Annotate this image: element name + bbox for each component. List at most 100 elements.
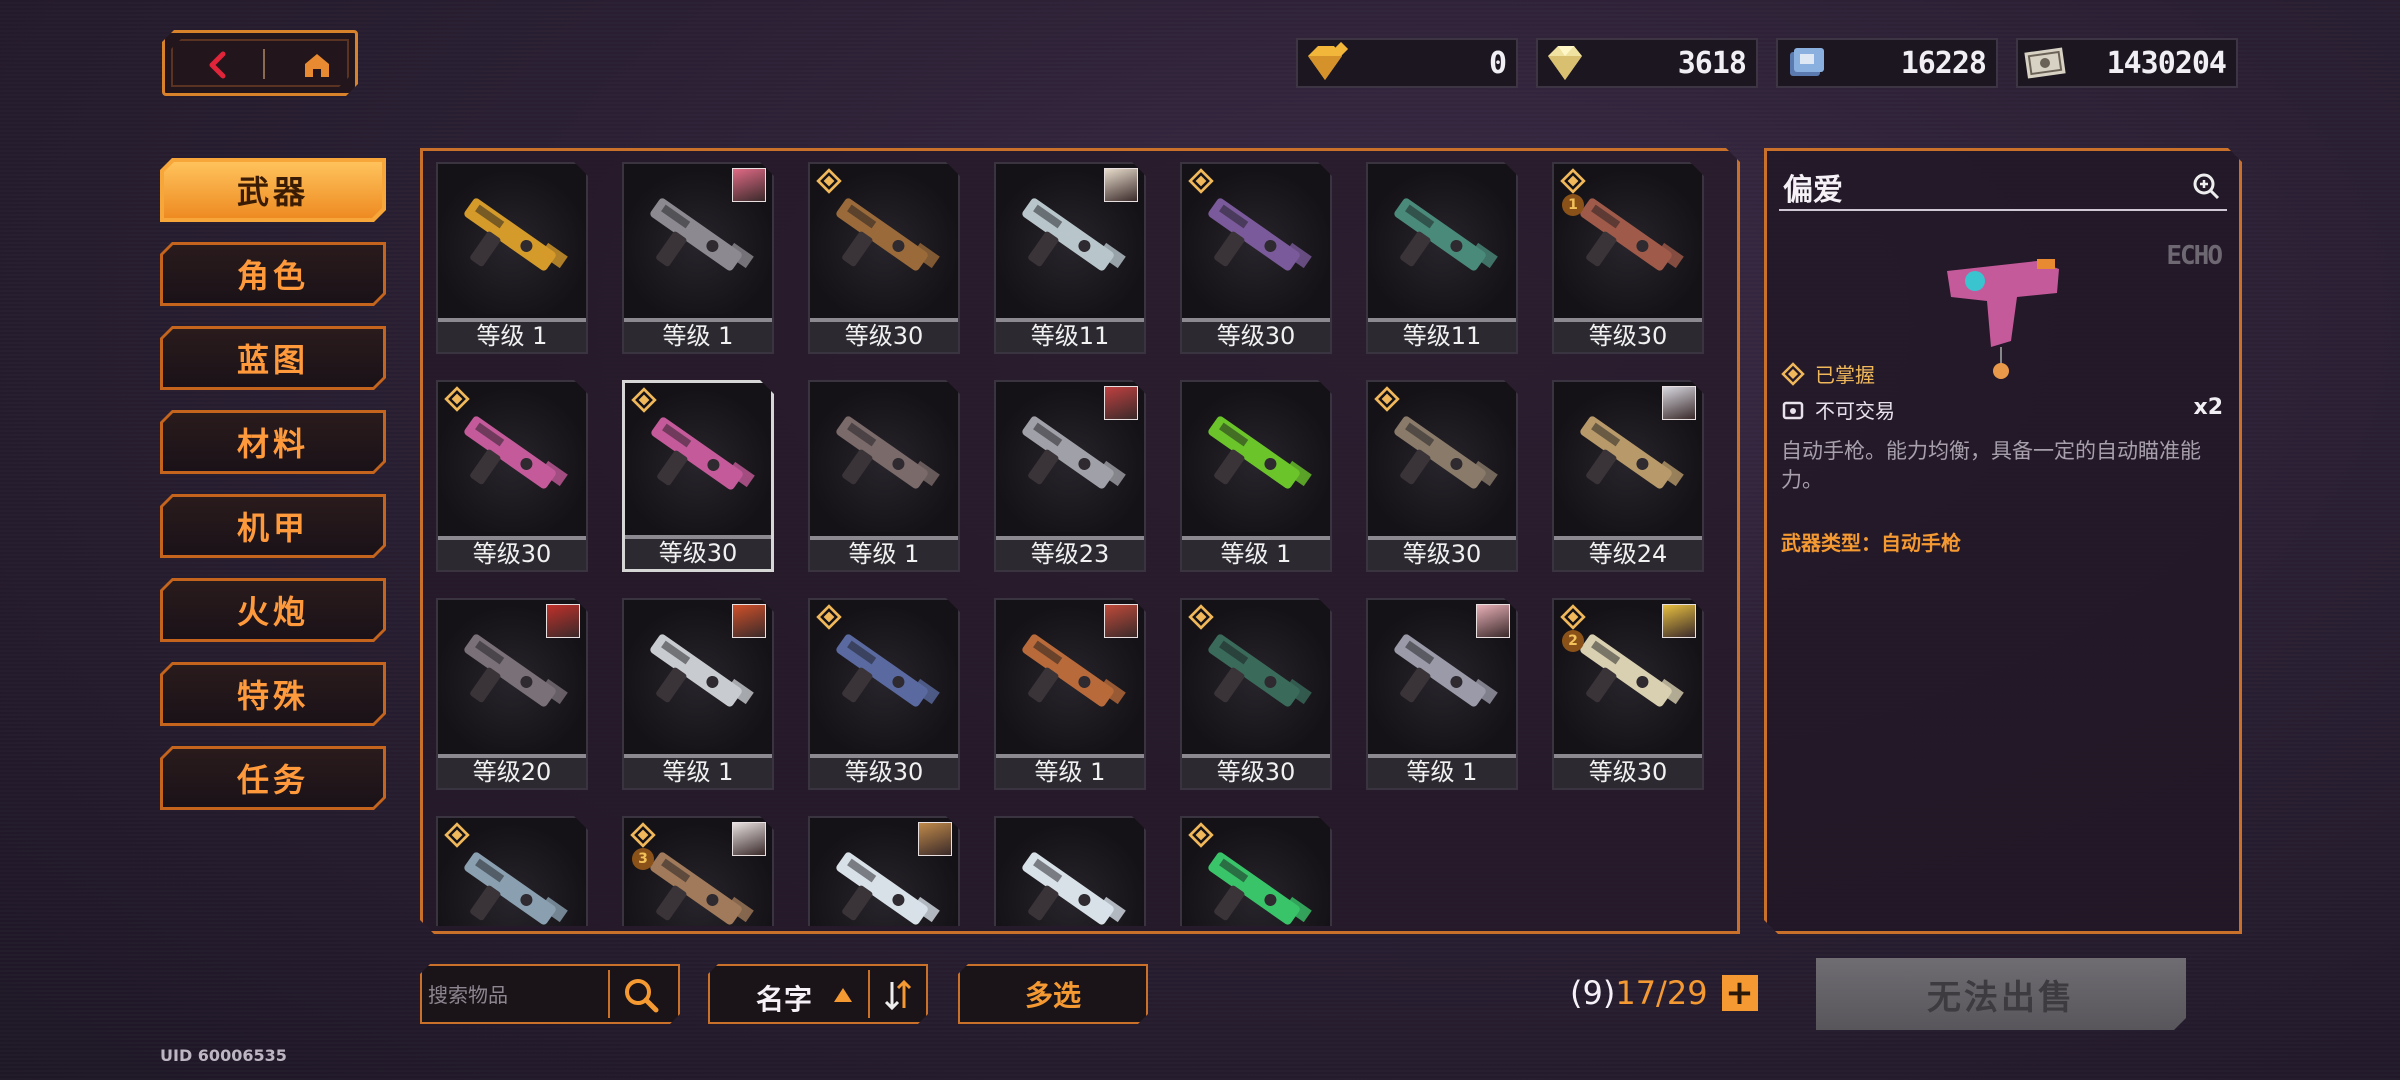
currency-blue-gem[interactable]: 3618 — [1536, 38, 1758, 88]
inventory-item[interactable]: 等级 1 — [436, 162, 588, 354]
sidebar-item-label: 材料 — [236, 425, 309, 463]
character-avatar — [732, 604, 766, 638]
item-level: 等级11 — [1368, 318, 1516, 352]
inventory-item[interactable]: 等级20 — [436, 598, 588, 790]
sidebar-item-materials[interactable]: 材料 — [160, 410, 386, 474]
expand-capacity-button[interactable]: + — [1721, 975, 1758, 1011]
inventory-item[interactable]: 2 等级30 — [1552, 598, 1704, 790]
item-level: 等级 1 — [624, 318, 772, 352]
inventory-item[interactable]: 等级30 — [808, 162, 960, 354]
item-level: 等级30 — [810, 754, 958, 788]
sidebar-item-artillery[interactable]: 火炮 — [160, 578, 386, 642]
search-icon[interactable] — [618, 974, 666, 1016]
item-detail-panel: 偏爱 ECHO 已掌握 不可交易 x2 自动手枪。能力均衡，具备一定的自动瞄准能… — [1764, 148, 2242, 934]
inventory-item[interactable]: 等级 1 — [622, 162, 774, 354]
character-avatar — [1104, 386, 1138, 420]
inventory-item[interactable]: 等级24 — [1552, 380, 1704, 572]
item-level: 等级24 — [1554, 536, 1702, 570]
currency-value: 16228 — [1900, 46, 1987, 81]
inventory-item[interactable] — [994, 816, 1146, 926]
inventory-item[interactable] — [1180, 816, 1332, 926]
sidebar-item-label: 任务 — [236, 761, 309, 799]
zoom-in-icon[interactable] — [2191, 171, 2221, 201]
item-count: x2 — [2193, 395, 2223, 420]
home-button[interactable] — [287, 45, 347, 85]
item-level: 等级30 — [1368, 536, 1516, 570]
inventory-item[interactable]: 等级 1 — [1366, 598, 1518, 790]
sort-field-button[interactable]: 名字 — [756, 978, 812, 1018]
item-image-area — [810, 382, 958, 532]
character-avatar — [918, 822, 952, 856]
inventory-item[interactable]: 等级 1 — [622, 598, 774, 790]
inventory-item[interactable]: 等级 1 — [808, 380, 960, 572]
mastered-label: 已掌握 — [1815, 363, 1875, 387]
sell-button[interactable]: 无法出售 — [1816, 958, 2186, 1030]
character-avatar — [732, 822, 766, 856]
sidebar-item-label: 机甲 — [236, 509, 309, 547]
mastered-icon — [1560, 604, 1586, 630]
sidebar-item-characters[interactable]: 角色 — [160, 242, 386, 306]
nav-divider — [263, 49, 265, 79]
weapon-icon — [1006, 828, 1136, 926]
top-nav — [162, 30, 358, 96]
inventory-item[interactable]: 等级30 — [1180, 598, 1332, 790]
sidebar-item-tasks[interactable]: 任务 — [160, 746, 386, 810]
weapon-preview-image — [1927, 231, 2077, 391]
item-level: 等级30 — [1182, 754, 1330, 788]
inventory-item[interactable]: 等级30 — [808, 598, 960, 790]
sidebar-item-special[interactable]: 特殊 — [160, 662, 386, 726]
inventory-item[interactable]: 等级30 — [622, 380, 774, 572]
search-input[interactable] — [428, 976, 608, 1014]
sidebar-item-mechs[interactable]: 机甲 — [160, 494, 386, 558]
inventory-item[interactable]: 等级11 — [994, 162, 1146, 354]
inventory-item[interactable]: 1 等级30 — [1552, 162, 1704, 354]
item-image-area — [438, 164, 586, 314]
item-image-area — [996, 818, 1144, 926]
sort-order-icon[interactable] — [878, 976, 918, 1014]
rank-badge: 3 — [632, 848, 654, 870]
character-avatar — [732, 168, 766, 202]
weapon-type: 武器类型：自动手枪 — [1781, 531, 1961, 555]
character-avatar — [1104, 604, 1138, 638]
inventory-item[interactable]: 3 — [622, 816, 774, 926]
character-avatar — [1104, 168, 1138, 202]
inventory-item[interactable] — [436, 816, 588, 926]
back-button[interactable] — [189, 45, 249, 85]
sidebar-item-label: 火炮 — [236, 593, 309, 631]
inventory-capacity: (9) 17/29 + — [1570, 974, 1758, 1012]
item-level: 等级30 — [1182, 318, 1330, 352]
mastered-icon — [1188, 604, 1214, 630]
currency-gold-gem[interactable]: 0 — [1296, 38, 1518, 88]
weapon-icon — [820, 392, 950, 522]
trade-status: 不可交易 — [1781, 395, 1895, 424]
inventory-item[interactable]: 等级 1 — [994, 598, 1146, 790]
character-avatar — [1662, 604, 1696, 638]
inventory-item[interactable]: 等级30 — [1180, 162, 1332, 354]
mastered-status: 已掌握 — [1781, 359, 1875, 388]
inventory-item[interactable]: 等级23 — [994, 380, 1146, 572]
inventory-item[interactable]: 等级30 — [436, 380, 588, 572]
inventory-item[interactable]: 等级 1 — [1180, 380, 1332, 572]
inventory-grid: 等级 1 等级 1 等级30 等级11 等级30 等级11 1 等级30 等级30 等级30 等级 … — [436, 162, 1726, 926]
item-image-area — [1368, 164, 1516, 314]
mastered-icon — [1781, 362, 1805, 386]
currency-chip[interactable]: 16228 — [1776, 38, 1998, 88]
item-level: 等级30 — [438, 536, 586, 570]
rank-badge: 2 — [1562, 630, 1584, 652]
title-divider — [1779, 209, 2227, 211]
sidebar-item-label: 武器 — [236, 173, 309, 211]
sidebar-item-label: 特殊 — [236, 677, 309, 715]
currency-cash[interactable]: 1430204 — [2016, 38, 2238, 88]
lock-icon — [1781, 398, 1805, 422]
multi-select-button[interactable]: 多选 — [958, 964, 1148, 1024]
search-divider — [608, 970, 610, 1018]
mastered-icon — [1560, 168, 1586, 194]
weapon-icon — [1378, 174, 1508, 304]
sidebar-item-weapons[interactable]: 武器 — [160, 158, 386, 222]
inventory-item[interactable] — [808, 816, 960, 926]
inventory-item[interactable]: 等级11 — [1366, 162, 1518, 354]
sidebar-item-blueprints[interactable]: 蓝图 — [160, 326, 386, 390]
item-level: 等级11 — [996, 318, 1144, 352]
sort-control: 名字 — [708, 964, 928, 1024]
inventory-item[interactable]: 等级30 — [1366, 380, 1518, 572]
